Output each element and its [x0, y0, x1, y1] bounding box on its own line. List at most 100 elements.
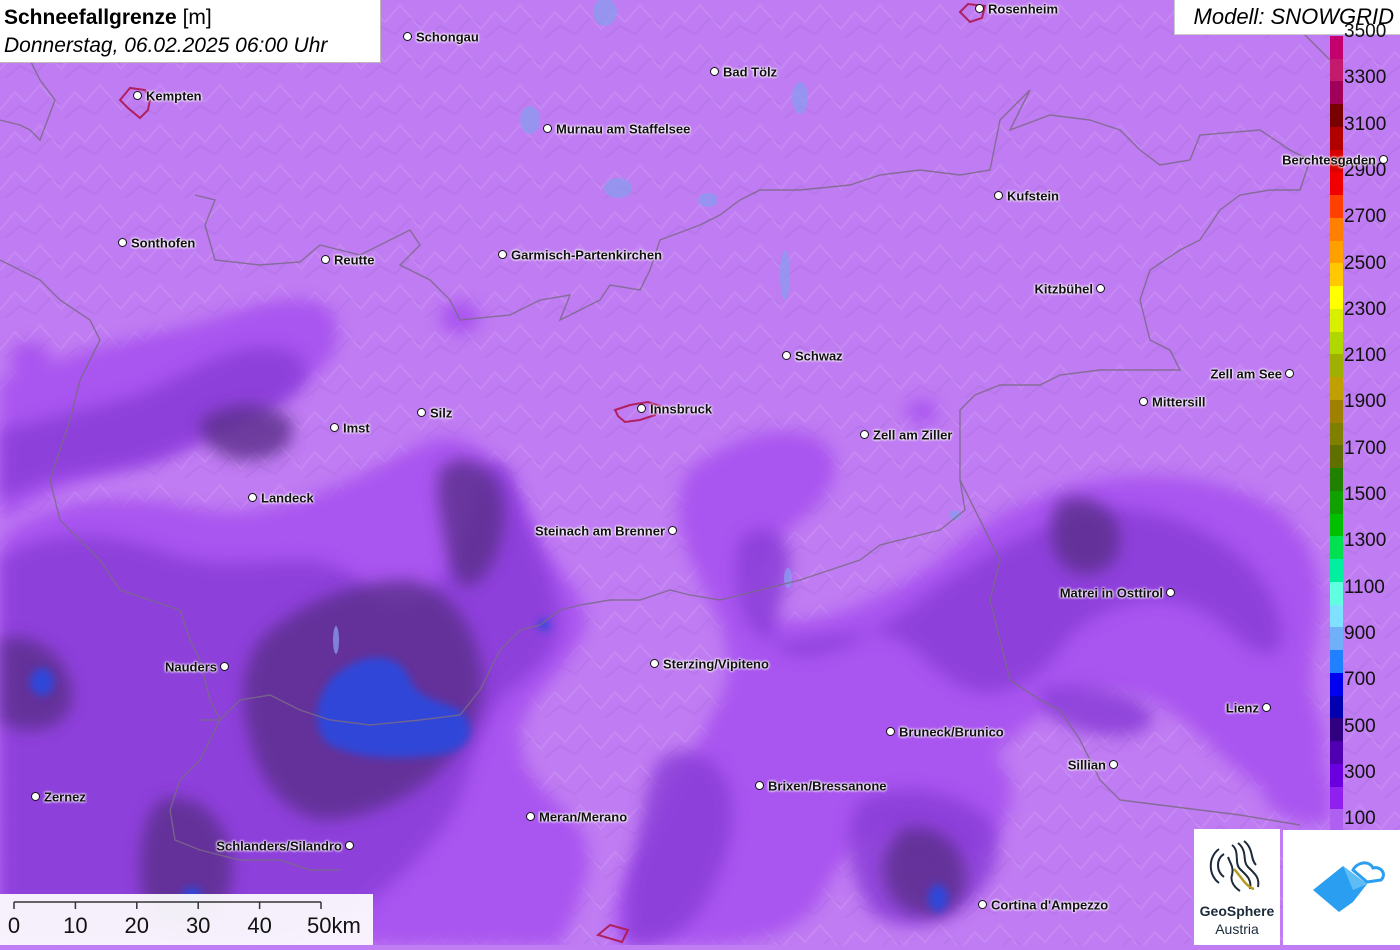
legend-color-step [1330, 36, 1343, 60]
city-label: Sonthofen [131, 235, 196, 251]
city-marker[interactable] [498, 250, 507, 259]
city-marker[interactable] [650, 659, 659, 668]
legend-color-step [1330, 468, 1343, 492]
legend-color-step [1330, 126, 1343, 151]
legend-color-step [1330, 627, 1343, 651]
legend-color-step [1330, 536, 1343, 560]
city-marker[interactable] [1139, 397, 1148, 406]
city-marker[interactable] [220, 662, 229, 671]
city-label: Reutte [334, 252, 375, 268]
map-title: Schneefallgrenze [m] [4, 3, 376, 32]
legend-color-step [1330, 695, 1343, 719]
city-label: Kufstein [1007, 188, 1059, 204]
scale-label: 20 [124, 913, 150, 938]
legend-color-step [1330, 786, 1343, 810]
legend-color-step [1330, 422, 1343, 446]
city-label: Zell am See [1210, 366, 1282, 382]
city-label: Zernez [44, 789, 86, 805]
city-label: Silz [430, 405, 453, 421]
city-marker[interactable] [668, 526, 677, 535]
city-marker[interactable] [403, 32, 412, 41]
city-marker[interactable] [133, 91, 142, 100]
city-marker[interactable] [637, 404, 646, 413]
city-marker[interactable] [321, 255, 330, 264]
city-marker[interactable] [118, 238, 127, 247]
legend-color-step [1330, 308, 1343, 333]
snow-cloud-logo[interactable] [1283, 830, 1400, 945]
city-marker[interactable] [860, 430, 869, 439]
title-box: Schneefallgrenze [m] Donnerstag, 06.02.2… [0, 0, 381, 63]
geosphere-logo-icon [1209, 840, 1260, 892]
legend-color-step [1330, 650, 1343, 674]
legend-color-step [1330, 81, 1343, 105]
city-marker[interactable] [1166, 588, 1175, 597]
city-label: Kitzbühel [1034, 281, 1094, 297]
city-label: Steinach am Brenner [534, 523, 665, 539]
city-marker[interactable] [994, 191, 1003, 200]
city-marker[interactable] [710, 67, 719, 76]
legend-color-step [1330, 399, 1343, 424]
city-marker[interactable] [975, 4, 984, 13]
legend-label: 3300 [1344, 67, 1387, 89]
legend-color-step [1330, 331, 1343, 355]
city-marker[interactable] [1109, 760, 1118, 769]
city-marker[interactable] [886, 727, 895, 736]
city-marker[interactable] [1379, 155, 1388, 164]
legend-label: 2700 [1344, 206, 1387, 228]
city-marker[interactable] [345, 841, 354, 850]
snowfall-limit-map[interactable] [0, 0, 1400, 945]
city-marker[interactable] [248, 493, 257, 502]
snow-cloud-icon [1313, 861, 1385, 912]
legend-label: 1700 [1344, 437, 1387, 459]
legend-label: 2300 [1344, 298, 1387, 320]
legend-label: 1900 [1344, 391, 1387, 413]
city-label: Landeck [261, 490, 314, 506]
city-label: Sterzing/Vipiteno [663, 656, 769, 672]
scale-label: 40 [247, 913, 272, 938]
city-marker[interactable] [978, 900, 987, 909]
legend-color-step [1330, 581, 1343, 606]
city-label: Bruneck/Brunico [899, 724, 1004, 740]
legend-label: 3500 [1344, 21, 1387, 42]
city-label: Cortina d'Ampezzo [991, 897, 1109, 913]
city-label: Berchtesgaden [1282, 152, 1376, 168]
title-parameter: Schneefallgrenze [4, 6, 177, 29]
legend-label: 1100 [1344, 576, 1385, 598]
city-label: Schlanders/Silandro [216, 838, 342, 854]
city-marker[interactable] [1285, 369, 1294, 378]
legend-color-step [1330, 377, 1343, 401]
city-marker[interactable] [543, 124, 552, 133]
city-marker[interactable] [755, 781, 764, 790]
city-label: Bad Tölz [723, 64, 778, 80]
scale-bar: 0 10 20 30 40 50km [0, 894, 373, 945]
city-marker[interactable] [526, 812, 535, 821]
city-label: Garmisch-Partenkirchen [511, 247, 663, 263]
legend-label: 3100 [1344, 113, 1387, 135]
city-label: Rosenheim [988, 1, 1059, 17]
city-label: Kempten [146, 88, 202, 104]
scale-label: 50km [307, 913, 361, 938]
city-label: Imst [343, 420, 370, 436]
city-marker[interactable] [1262, 703, 1271, 712]
city-label: Mittersill [1152, 394, 1206, 410]
legend-color-step [1330, 58, 1343, 83]
title-unit: [m] [182, 6, 212, 29]
city-marker[interactable] [1096, 284, 1105, 293]
legend-color-step [1330, 263, 1343, 287]
legend-label: 1500 [1344, 484, 1387, 505]
legend-color-step [1330, 195, 1343, 219]
legend-color-step [1330, 286, 1343, 310]
city-marker[interactable] [417, 408, 426, 417]
scale-label: 0 [7, 913, 21, 938]
city-marker[interactable] [330, 423, 339, 432]
city-label: Zell am Ziller [873, 427, 953, 443]
city-marker[interactable] [31, 792, 40, 801]
city-marker[interactable] [782, 351, 791, 360]
geosphere-austria-logo[interactable]: GeoSphere Austria [1194, 829, 1280, 945]
legend-label: 500 [1344, 715, 1376, 737]
geosphere-name: GeoSphere [1199, 903, 1275, 919]
city-label: Meran/Merano [539, 809, 628, 825]
city-label: Schongau [416, 29, 479, 45]
city-label: Innsbruck [650, 401, 713, 417]
legend-color-step [1330, 240, 1343, 264]
